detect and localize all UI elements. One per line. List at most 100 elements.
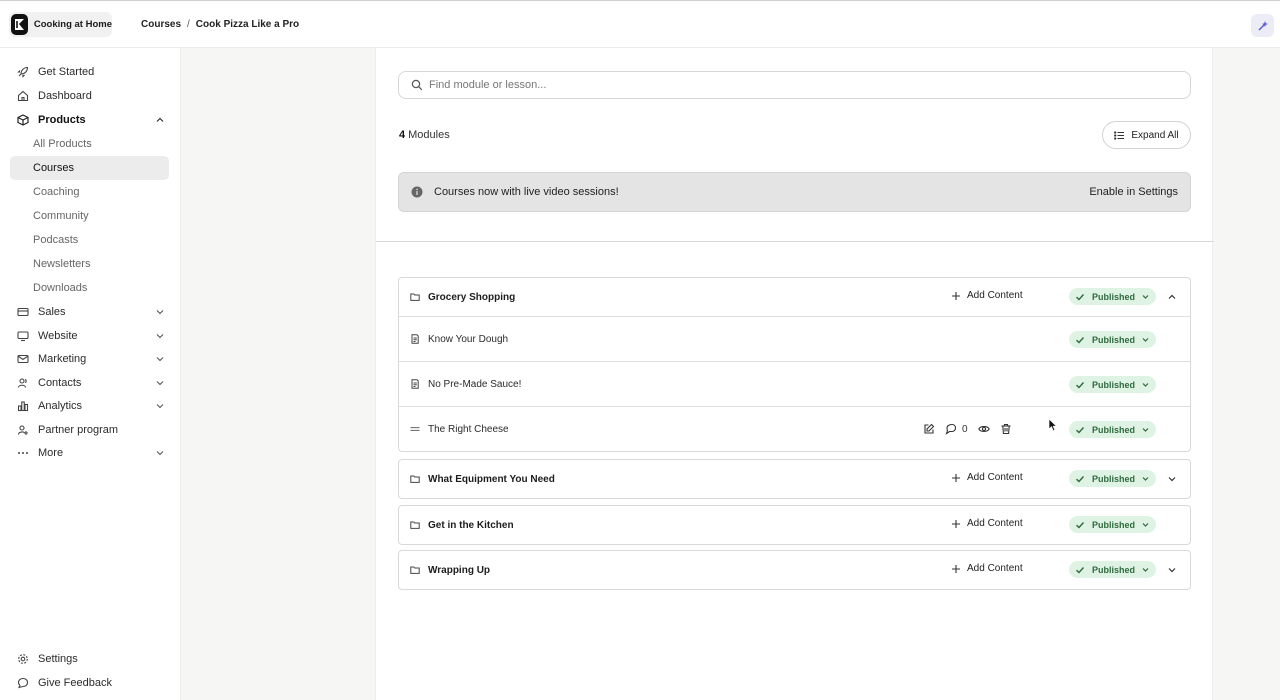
chevron-down-icon: [1142, 428, 1149, 432]
sidebar-item-partner-program[interactable]: Partner program: [10, 418, 169, 442]
sidebar-subitem-downloads[interactable]: Downloads: [10, 276, 169, 300]
folder-icon: [410, 292, 420, 302]
home-icon: [16, 89, 30, 103]
sidebar-subitem-coaching[interactable]: Coaching: [10, 180, 169, 204]
search-box[interactable]: [398, 71, 1191, 99]
module-title: Grocery Shopping: [428, 291, 516, 303]
sidebar-item-get-started[interactable]: Get Started: [10, 60, 169, 84]
search-input[interactable]: [429, 79, 1129, 91]
add-content-label: Add Content: [967, 563, 1023, 574]
comment-count: 0: [962, 423, 968, 435]
status-dropdown[interactable]: Published: [1069, 516, 1156, 533]
check-icon: [1076, 521, 1085, 528]
sidebar-item-label: Sales: [38, 306, 66, 318]
drag-handle-icon[interactable]: [410, 424, 420, 434]
plus-icon: [952, 519, 960, 528]
sidebar-subitem-podcasts[interactable]: Podcasts: [10, 228, 169, 252]
module-count-label: Modules: [408, 129, 450, 141]
status-dropdown[interactable]: Published: [1069, 288, 1156, 305]
chevron-down-icon: [1142, 523, 1149, 527]
sidebar-subitem-courses[interactable]: Courses: [10, 156, 169, 180]
chevron-up-icon: [156, 117, 164, 122]
sidebar-item-more[interactable]: More: [10, 441, 169, 465]
add-content-button[interactable]: Add Content: [951, 563, 1023, 574]
lesson-row-hovered[interactable]: The Right Cheese 0 Published: [399, 406, 1190, 451]
comments-button[interactable]: 0: [945, 423, 968, 435]
chevron-down-icon: [1142, 383, 1149, 387]
expand-chevron-down-icon[interactable]: [1167, 474, 1177, 484]
chat-bubble-icon: [16, 676, 30, 690]
sidebar-item-contacts[interactable]: Contacts: [10, 371, 169, 395]
module-header[interactable]: What Equipment You Need Add Content Publ…: [399, 460, 1190, 498]
chevron-down-icon: [156, 451, 164, 456]
users-icon: [16, 376, 30, 390]
breadcrumb-courses-link[interactable]: Courses: [141, 19, 181, 30]
add-content-label: Add Content: [967, 290, 1023, 301]
breadcrumb-separator: /: [187, 19, 190, 30]
status-label: Published: [1092, 424, 1136, 435]
sidebar-item-label: Website: [38, 330, 78, 342]
expand-all-button[interactable]: Expand All: [1102, 121, 1191, 149]
feature-announcement-banner: Courses now with live video sessions! En…: [398, 172, 1191, 212]
module-header[interactable]: Grocery Shopping Add Content Published: [399, 278, 1190, 316]
chevron-down-icon: [1142, 477, 1149, 481]
breadcrumb-current: Cook Pizza Like a Pro: [195, 19, 300, 30]
credit-card-icon: [16, 305, 30, 319]
status-label: Published: [1092, 519, 1136, 530]
module-header[interactable]: Get in the Kitchen Add Content Published: [399, 506, 1190, 544]
folder-icon: [410, 565, 420, 575]
status-dropdown[interactable]: Published: [1069, 470, 1156, 487]
document-icon: [410, 334, 420, 344]
check-icon: [1076, 336, 1085, 343]
sidebar-item-sales[interactable]: Sales: [10, 300, 169, 324]
edit-icon[interactable]: [923, 423, 935, 435]
status-dropdown[interactable]: Published: [1069, 421, 1156, 438]
banner-message: Courses now with live video sessions!: [434, 186, 619, 198]
status-label: Published: [1092, 291, 1136, 302]
workspace-switcher[interactable]: Cooking at Home: [9, 12, 112, 37]
lesson-title: Know Your Dough: [428, 333, 509, 345]
bar-chart-icon: [16, 399, 30, 413]
add-content-button[interactable]: Add Content: [951, 518, 1023, 529]
sidebar-item-label: Get Started: [38, 66, 95, 78]
lesson-row[interactable]: No Pre-Made Sauce! Published: [399, 361, 1190, 406]
top-header: Cooking at Home Courses / Cook Pizza Lik…: [0, 1, 1280, 48]
status-dropdown[interactable]: Published: [1069, 331, 1156, 348]
sidebar-item-products[interactable]: Products: [10, 108, 169, 132]
lesson-row[interactable]: Know Your Dough Published: [399, 316, 1190, 361]
sidebar-item-label: Products: [38, 114, 86, 126]
add-content-button[interactable]: Add Content: [951, 472, 1023, 483]
module-card: Get in the Kitchen Add Content Published: [398, 505, 1191, 545]
module-card: Grocery Shopping Add Content Published K…: [398, 277, 1191, 452]
eye-icon[interactable]: [977, 423, 990, 435]
collapse-chevron-up-icon[interactable]: [1167, 292, 1177, 302]
add-content-button[interactable]: Add Content: [951, 290, 1023, 301]
sidebar-subitem-newsletters[interactable]: Newsletters: [10, 252, 169, 276]
magic-wand-icon: [1257, 20, 1268, 31]
enable-in-settings-link[interactable]: Enable in Settings: [1089, 186, 1178, 198]
trash-icon[interactable]: [1000, 423, 1012, 435]
sidebar-item-dashboard[interactable]: Dashboard: [10, 84, 169, 108]
status-label: Published: [1092, 473, 1136, 484]
ai-assistant-button[interactable]: [1251, 14, 1274, 37]
expand-chevron-down-icon[interactable]: [1167, 565, 1177, 575]
partner-icon: [16, 423, 30, 437]
check-icon: [1076, 426, 1085, 433]
sidebar-item-settings[interactable]: Settings: [10, 647, 169, 671]
add-content-label: Add Content: [967, 518, 1023, 529]
module-header[interactable]: Wrapping Up Add Content Published: [399, 551, 1190, 589]
lesson-title: The Right Cheese: [428, 423, 509, 435]
check-icon: [1076, 566, 1085, 573]
sidebar-subitem-all-products[interactable]: All Products: [10, 132, 169, 156]
sidebar-item-website[interactable]: Website: [10, 324, 169, 348]
status-dropdown[interactable]: Published: [1069, 376, 1156, 393]
status-dropdown[interactable]: Published: [1069, 561, 1156, 578]
rocket-icon: [16, 65, 30, 79]
sidebar-item-label: Marketing: [38, 353, 87, 365]
sidebar-item-label: Dashboard: [38, 90, 92, 102]
sidebar-item-analytics[interactable]: Analytics: [10, 394, 169, 418]
sidebar-subitem-community[interactable]: Community: [10, 204, 169, 228]
sidebar-item-marketing[interactable]: Marketing: [10, 347, 169, 371]
mail-icon: [16, 352, 30, 366]
sidebar-item-give-feedback[interactable]: Give Feedback: [10, 671, 169, 695]
